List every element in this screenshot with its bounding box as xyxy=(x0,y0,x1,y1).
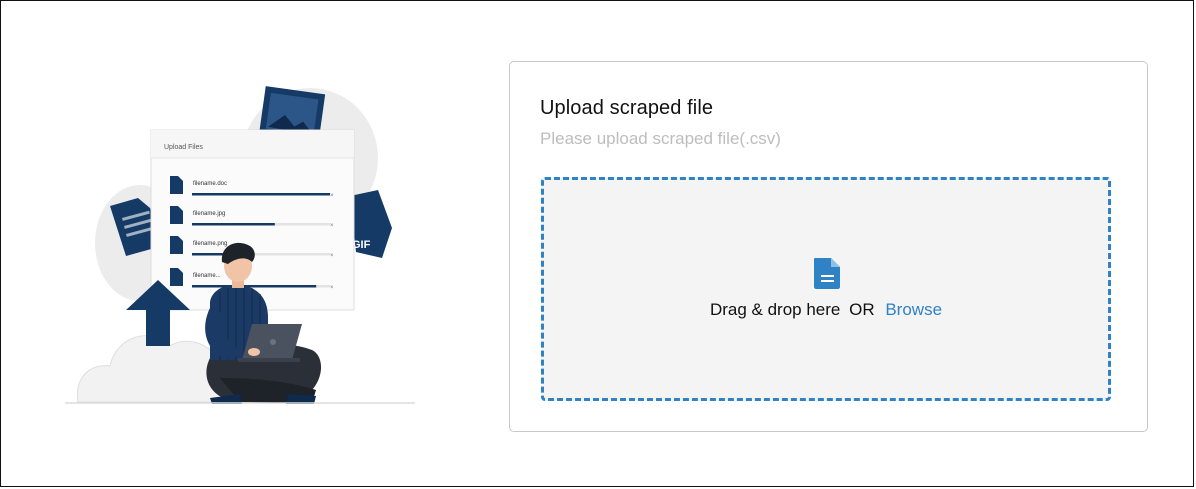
browse-link[interactable]: Browse xyxy=(885,300,942,319)
dropzone-text: Drag & drop here OR Browse xyxy=(544,300,1108,320)
svg-text:×: × xyxy=(330,253,334,259)
or-separator: OR xyxy=(849,300,875,319)
upload-subtitle: Please upload scraped file(.csv) xyxy=(540,129,781,148)
upload-title: Upload scraped file xyxy=(540,97,714,119)
gif-file-icon: GIF xyxy=(350,190,392,258)
upload-illustration-svg: GIF Upload Files filename.doc × filename… xyxy=(65,86,415,404)
svg-text:×: × xyxy=(330,223,334,229)
panel-title: Upload Files xyxy=(164,144,203,151)
file-name: filename... xyxy=(193,273,221,279)
file-icon xyxy=(814,258,840,289)
gif-badge-text: GIF xyxy=(352,239,371,251)
file-progress xyxy=(192,193,330,196)
svg-text:×: × xyxy=(330,285,334,291)
file-progress xyxy=(192,223,275,226)
file-name: filename.png xyxy=(193,241,227,247)
drop-instruction: Drag & drop here xyxy=(709,300,841,319)
svg-text:×: × xyxy=(330,193,334,199)
upload-card: Upload scraped file Please upload scrape… xyxy=(509,61,1148,432)
file-progress xyxy=(192,285,317,288)
file-dropzone[interactable]: Drag & drop here OR Browse xyxy=(541,177,1111,401)
file-name: filename.jpg xyxy=(193,211,225,217)
upload-illustration: GIF Upload Files filename.doc × filename… xyxy=(60,78,430,408)
file-name: filename.doc xyxy=(193,181,227,187)
